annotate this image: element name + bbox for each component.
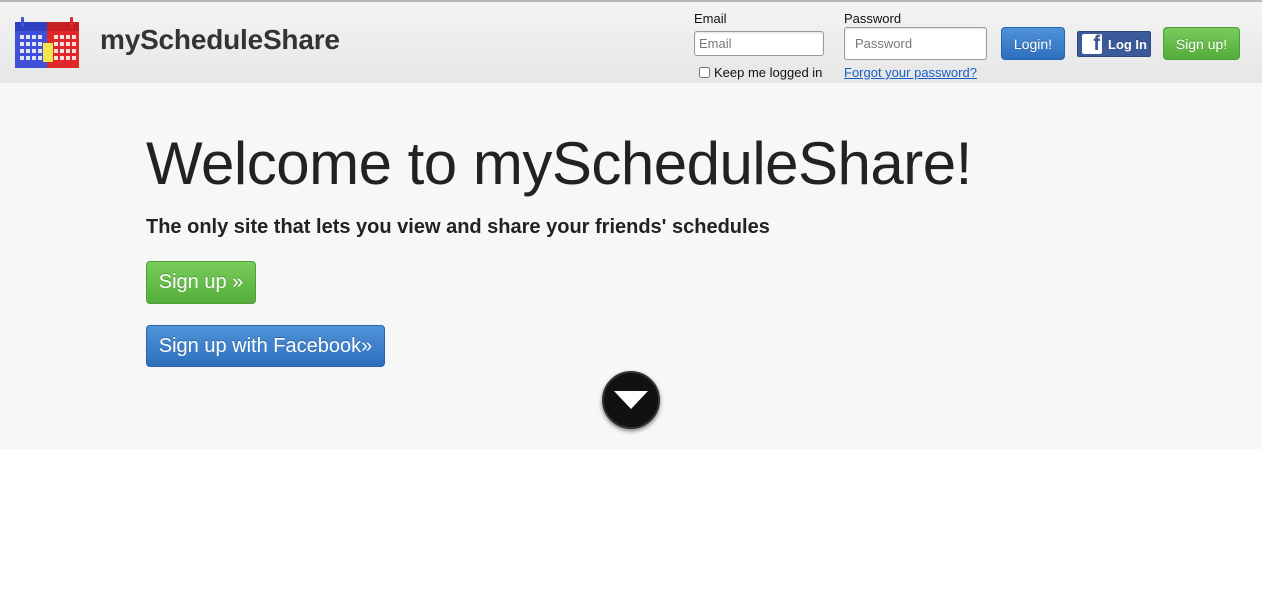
forgot-password-link[interactable]: Forgot your password? [844,65,977,80]
remember-me-label: Keep me logged in [714,65,823,80]
hero-section: Welcome to myScheduleShare! The only sit… [0,83,1262,449]
facebook-icon: f [1082,34,1102,54]
page-title: Welcome to myScheduleShare! [146,130,972,197]
signup-button[interactable]: Sign up! [1163,27,1240,60]
password-input[interactable] [844,27,987,60]
page-subtitle: The only site that lets you view and sha… [146,216,770,238]
email-label: Email [694,11,727,26]
brand-name[interactable]: myScheduleShare [100,24,340,56]
hero-facebook-signup-button[interactable]: Sign up with Facebook» [146,325,385,367]
facebook-login-label: Log In [1108,36,1147,52]
password-label: Password [844,11,902,26]
remember-me-checkbox[interactable] [699,67,710,78]
calendar-icon[interactable] [14,16,80,70]
remember-me[interactable]: Keep me logged in [699,65,822,80]
chevron-down-icon [614,391,648,409]
facebook-login-button[interactable]: f Log In [1077,31,1151,57]
email-input[interactable] [694,31,824,56]
login-button[interactable]: Login! [1001,27,1065,60]
top-navbar: myScheduleShare Email Password Keep me l… [0,0,1262,83]
scroll-down-button[interactable] [602,371,660,429]
hero-signup-button[interactable]: Sign up » [146,261,256,304]
